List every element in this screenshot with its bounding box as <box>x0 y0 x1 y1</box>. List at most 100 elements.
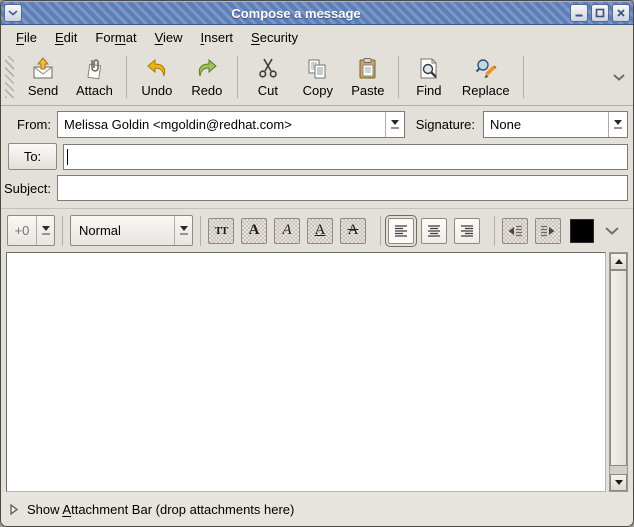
arrow-up-icon <box>615 259 623 264</box>
send-button[interactable]: Send <box>18 53 68 101</box>
align-right-icon <box>458 222 476 240</box>
paragraph-style-select[interactable]: Normal <box>70 215 193 246</box>
paragraph-style-value: Normal <box>71 216 174 245</box>
align-right-button[interactable] <box>454 218 480 244</box>
menu-security[interactable]: Security <box>242 27 307 48</box>
to-row: To: <box>1 143 628 170</box>
close-icon <box>616 8 626 18</box>
scroll-down-button[interactable] <box>610 474 627 491</box>
bold-toggle[interactable]: A <box>241 218 267 244</box>
toolbar-separator <box>237 56 238 98</box>
text-caret <box>67 149 68 165</box>
window-menu-button[interactable] <box>4 4 22 22</box>
paste-button[interactable]: Paste <box>343 53 393 101</box>
to-input[interactable] <box>63 144 628 170</box>
window-controls <box>570 4 630 22</box>
strikethrough-toggle[interactable]: A <box>340 218 366 244</box>
redo-arrow-icon <box>195 57 219 81</box>
dropdown-arrow-icon[interactable] <box>385 112 404 137</box>
editor-area <box>1 252 633 492</box>
unindent-button[interactable] <box>502 218 528 244</box>
scroll-up-button[interactable] <box>610 253 627 270</box>
menu-view[interactable]: View <box>146 27 192 48</box>
menu-format[interactable]: Format <box>86 27 145 48</box>
chevron-down-icon <box>605 227 619 235</box>
font-size-value: +0 <box>8 216 36 245</box>
toolbar-separator <box>126 56 127 98</box>
redo-button[interactable]: Redo <box>182 53 232 101</box>
copy-button[interactable]: Copy <box>293 53 343 101</box>
send-mail-icon <box>31 57 55 81</box>
main-toolbar: Send Attach Undo Redo <box>1 50 633 106</box>
titlebar[interactable]: Compose a message <box>1 1 633 25</box>
toolbar-grip[interactable] <box>5 56 14 98</box>
attach-button[interactable]: Attach <box>68 53 121 101</box>
indent-icon <box>539 222 557 240</box>
cut-button[interactable]: Cut <box>243 53 293 101</box>
dropdown-arrow-icon[interactable] <box>608 112 627 137</box>
toolbar-overflow-button[interactable] <box>609 66 629 88</box>
message-body[interactable] <box>6 252 606 492</box>
replace-button[interactable]: Replace <box>454 53 518 101</box>
window-title: Compose a message <box>22 6 570 21</box>
signature-select[interactable]: None <box>483 111 628 138</box>
to-button[interactable]: To: <box>8 143 57 170</box>
unindent-icon <box>506 222 524 240</box>
replace-magnifier-pencil-icon <box>474 57 498 81</box>
subject-row: Subject: <box>1 175 628 201</box>
maximize-icon <box>595 8 605 18</box>
menu-insert[interactable]: Insert <box>192 27 243 48</box>
align-center-icon <box>425 222 443 240</box>
scrollbar-thumb[interactable] <box>610 270 627 466</box>
minimize-button[interactable] <box>570 4 588 22</box>
copy-documents-icon <box>306 57 330 81</box>
italic-toggle[interactable]: A <box>274 218 300 244</box>
attach-paperclip-icon <box>82 57 106 81</box>
formatbar-separator <box>494 216 495 246</box>
formatbar-separator <box>200 216 201 246</box>
subject-label: Subject: <box>1 181 57 196</box>
attachment-bar-label: Show Attachment Bar (drop attachments he… <box>27 502 294 517</box>
format-toolbar: +0 Normal TT A A A A <box>1 208 633 252</box>
indent-button[interactable] <box>535 218 561 244</box>
close-button[interactable] <box>612 4 630 22</box>
dropdown-arrow-icon[interactable] <box>174 216 192 245</box>
message-headers: From: Melissa Goldin <mgoldin@redhat.com… <box>1 106 633 208</box>
align-center-button[interactable] <box>421 218 447 244</box>
signature-label: Signature: <box>409 117 483 132</box>
minimize-icon <box>574 8 584 18</box>
chevron-down-icon <box>8 10 18 16</box>
dropdown-arrow-icon[interactable] <box>36 216 54 245</box>
attachment-bar-toggle[interactable]: Show Attachment Bar (drop attachments he… <box>1 492 633 526</box>
menu-edit[interactable]: Edit <box>46 27 86 48</box>
undo-arrow-icon <box>145 57 169 81</box>
from-label: From: <box>1 117 57 132</box>
find-magnifier-icon <box>417 57 441 81</box>
undo-button[interactable]: Undo <box>132 53 182 101</box>
from-value: Melissa Goldin <mgoldin@redhat.com> <box>58 112 385 137</box>
formatbar-overflow-button[interactable] <box>602 220 622 242</box>
from-row: From: Melissa Goldin <mgoldin@redhat.com… <box>1 111 628 138</box>
menubar: File Edit Format View Insert Security <box>1 25 633 50</box>
menu-file[interactable]: File <box>7 27 46 48</box>
formatbar-separator <box>380 216 381 246</box>
underline-toggle[interactable]: A <box>307 218 333 244</box>
expander-triangle-icon <box>10 504 18 515</box>
align-left-button[interactable] <box>388 218 414 244</box>
subject-input[interactable] <box>57 175 628 201</box>
from-select[interactable]: Melissa Goldin <mgoldin@redhat.com> <box>57 111 405 138</box>
signature-value: None <box>484 112 608 137</box>
editor-scrollbar[interactable] <box>609 252 628 492</box>
paste-clipboard-icon <box>356 57 380 81</box>
toolbar-separator <box>398 56 399 98</box>
font-size-select[interactable]: +0 <box>7 215 55 246</box>
chevron-down-icon <box>613 74 625 81</box>
find-button[interactable]: Find <box>404 53 454 101</box>
maximize-button[interactable] <box>591 4 609 22</box>
cut-scissors-icon <box>256 57 280 81</box>
toolbar-separator <box>523 56 524 98</box>
typewriter-toggle[interactable]: TT <box>208 218 234 244</box>
align-left-icon <box>392 222 410 240</box>
compose-window: Compose a message File Edit Format View … <box>0 0 634 527</box>
font-color-swatch[interactable] <box>570 219 594 243</box>
